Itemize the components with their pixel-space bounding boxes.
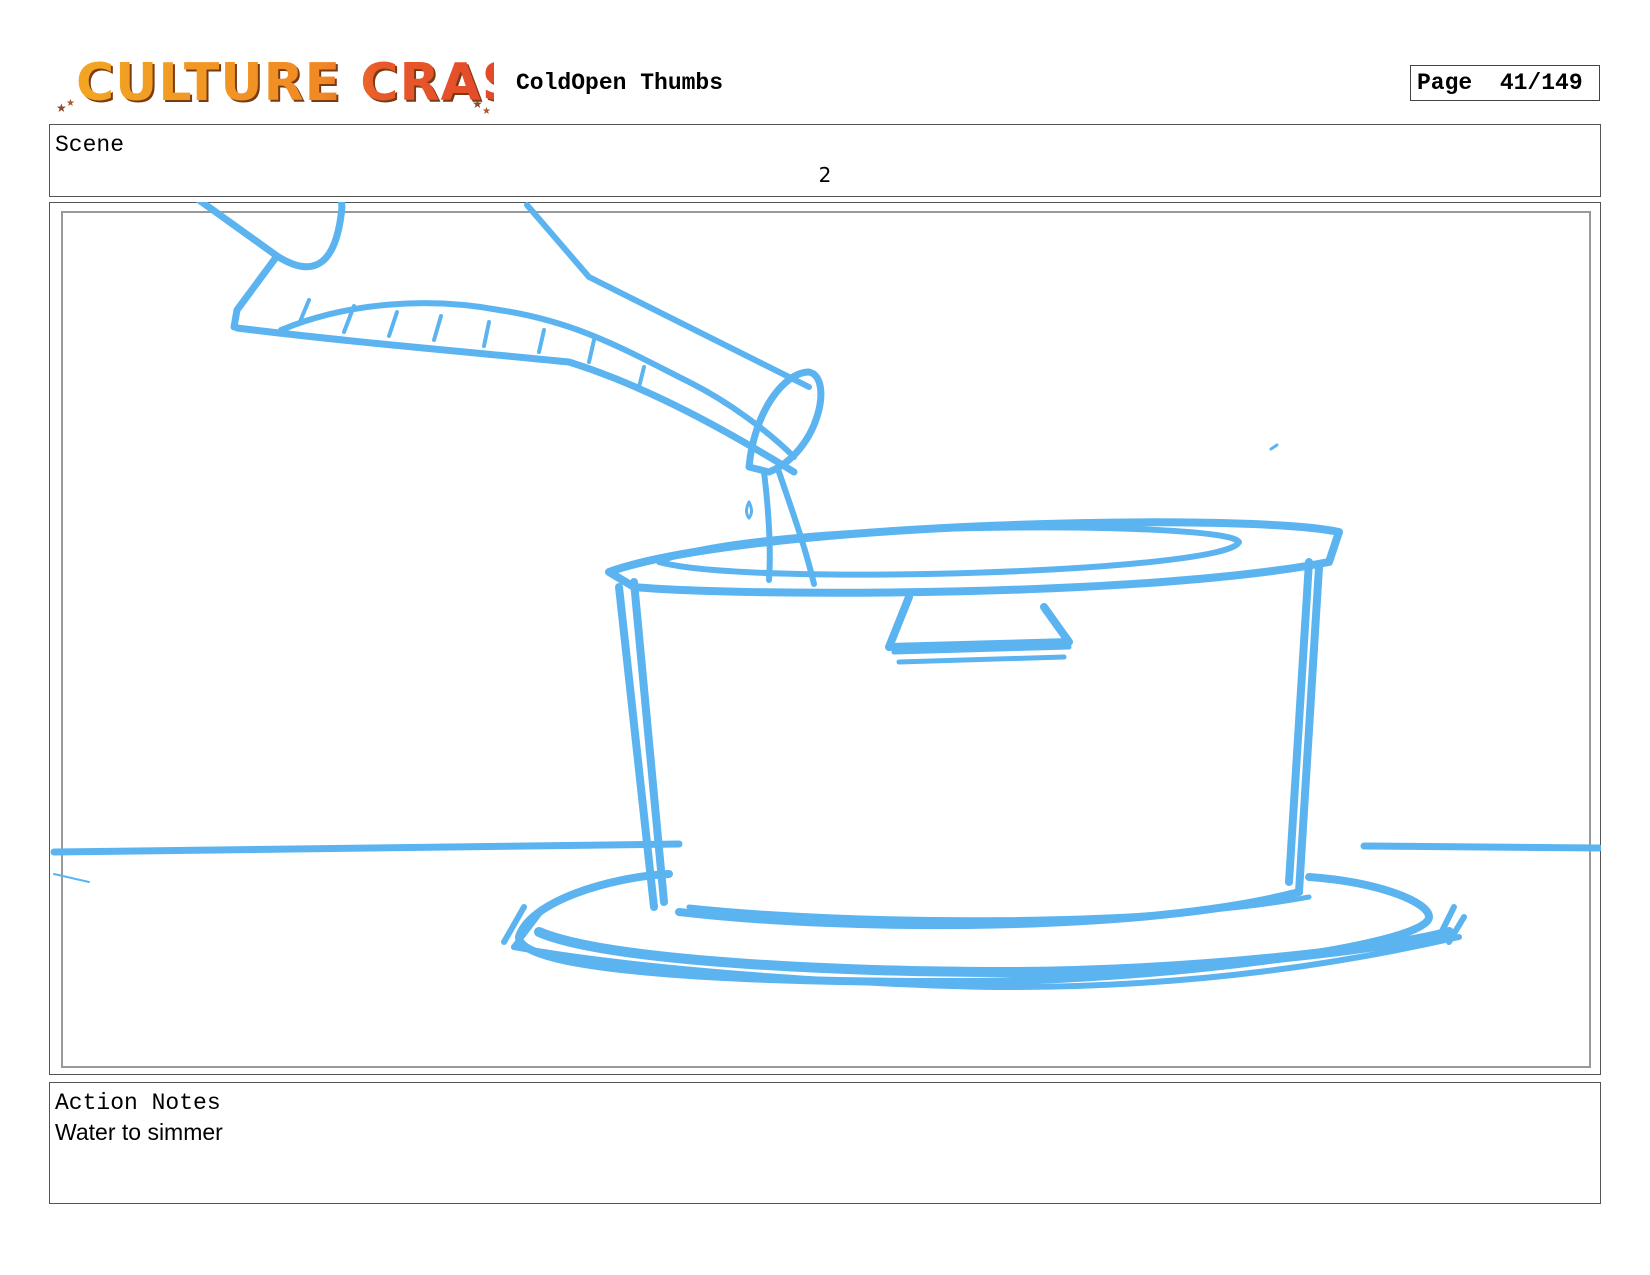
page-number: 41/149: [1499, 70, 1583, 96]
action-notes-label: Action Notes: [55, 1090, 221, 1116]
pot-rim-outer: [605, 518, 1343, 597]
pot-handle-base: [891, 644, 1072, 665]
arm-muscle: [278, 300, 797, 460]
action-notes-text: Water to simmer: [55, 1119, 223, 1145]
arm-outline-left: [230, 252, 281, 331]
water-drop: [745, 500, 753, 520]
pot-handle: [885, 593, 1073, 651]
burner-inner-ring: [686, 894, 1312, 923]
svg-text:★: ★: [66, 98, 75, 109]
logo-graphic: CULTURE CRASH CULTURE CRASH ★ ★ ★ ★: [56, 53, 494, 117]
pot-pouring-sketch: [50, 202, 1601, 990]
scene-number: 2: [818, 163, 832, 187]
pot-side-left: [615, 578, 668, 911]
arm-outline-top: [196, 202, 346, 271]
arm-underside: [233, 324, 798, 476]
horizon-line-right: [1360, 842, 1601, 852]
action-notes-box: Action Notes Water to simmer: [49, 1082, 1601, 1204]
stray-mark: [1269, 443, 1279, 451]
horizon-line-left: [50, 840, 683, 856]
culture-crash-logo: CULTURE CRASH CULTURE CRASH ★ ★ ★ ★: [54, 48, 494, 120]
svg-text:★: ★: [482, 106, 491, 117]
scene-label: Scene: [55, 132, 125, 158]
pot-rim-inner: [656, 524, 1242, 578]
floor-mark: [53, 873, 90, 883]
pot-side-right: [1285, 558, 1323, 896]
page-indicator: Page 41/149: [1410, 65, 1600, 101]
page-label: Page: [1417, 70, 1473, 96]
svg-text:CULTURE CRASH: CULTURE CRASH: [76, 53, 494, 113]
water-stream: [761, 469, 817, 587]
scene-box: Scene 2: [49, 124, 1601, 197]
document-title: ColdOpen Thumbs: [516, 70, 724, 96]
